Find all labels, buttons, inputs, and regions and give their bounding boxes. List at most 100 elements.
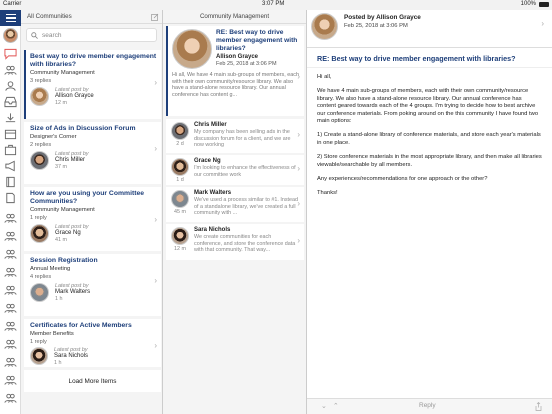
- threads-header: All Communities: [21, 10, 162, 24]
- avatar: [30, 224, 49, 243]
- status-bar: Carrier 3:07 PM 100%: [0, 0, 552, 10]
- people-icon[interactable]: [3, 211, 18, 224]
- thread-community: Member Benefits: [30, 331, 74, 337]
- reply-author: Sara Nichols: [194, 227, 231, 233]
- reply-item[interactable]: 45 m Mark Walters We've used a process s…: [166, 187, 304, 222]
- chevron-right-icon: ›: [297, 130, 300, 139]
- posted-by: Posted by Allison Grayce: [344, 14, 421, 21]
- calendar-icon[interactable]: [3, 127, 18, 140]
- chat-bubble-icon[interactable]: [3, 47, 18, 60]
- posts-header: Community Management: [163, 10, 306, 24]
- post-author: Allison Grayce: [216, 54, 259, 61]
- thread-title: Size of Ads in Discussion Forum: [30, 125, 136, 132]
- chevron-right-icon: ›: [297, 72, 300, 81]
- threads-header-title: All Communities: [27, 13, 72, 20]
- latest-time: 12 m: [55, 100, 67, 106]
- reply-item[interactable]: 12 m Sara Nichols We create communities …: [166, 224, 304, 260]
- briefcase-icon[interactable]: [3, 143, 18, 156]
- avatar: [171, 190, 189, 208]
- people-icon[interactable]: [3, 63, 18, 76]
- avatar[interactable]: [311, 13, 338, 40]
- share-icon[interactable]: [535, 402, 542, 411]
- people-icon[interactable]: [3, 265, 18, 278]
- chevron-right-icon: ›: [154, 341, 157, 350]
- chevron-right-icon: ›: [154, 276, 157, 285]
- reply-author: Mark Walters: [194, 190, 232, 196]
- avatar: [30, 87, 49, 106]
- post-paragraph: Hi all,: [317, 74, 332, 80]
- latest-time: 41 m: [55, 237, 67, 243]
- chevron-right-icon: ›: [154, 215, 157, 224]
- thread-title: Certificates for Active Members: [30, 322, 132, 329]
- search-input[interactable]: search: [42, 32, 62, 39]
- nav-rail: [0, 10, 21, 414]
- post-paragraph: Any experiences/recommendations for one …: [317, 176, 488, 183]
- thread-item[interactable]: Session Registration Annual Meeting 4 re…: [24, 254, 161, 316]
- avatar: [171, 122, 189, 140]
- people-icon[interactable]: [3, 373, 18, 386]
- avatar: [30, 347, 48, 365]
- chevron-up-icon[interactable]: ⌃: [333, 403, 345, 410]
- chevron-right-icon: ›: [297, 236, 300, 245]
- post-paragraph: 2) Store conference materials in the mos…: [317, 154, 542, 168]
- people-icon[interactable]: [3, 355, 18, 368]
- megaphone-icon[interactable]: [3, 159, 18, 172]
- thread-community: Community Management: [30, 207, 95, 213]
- chevron-right-icon: ›: [297, 164, 300, 173]
- people-icon[interactable]: [3, 391, 18, 404]
- latest-time: 37 m: [55, 164, 67, 170]
- latest-time: 1 h: [55, 296, 63, 302]
- book-icon[interactable]: [3, 175, 18, 188]
- chevron-right-icon: ›: [297, 199, 300, 208]
- posts-column: Community Management RE: Best way to dri…: [163, 10, 307, 414]
- post-paragraph: Thanks!: [317, 190, 338, 197]
- post-title: RE: Best way to drive member engagement …: [216, 29, 298, 52]
- latest-author: Chris Miller: [55, 157, 85, 163]
- battery-label: 100%: [520, 1, 536, 7]
- latest-author: Sara Nichols: [54, 353, 89, 359]
- post-detail-header: Posted by Allison Grayce Feb 25, 2018 at…: [307, 10, 552, 48]
- thread-community: Annual Meeting: [30, 266, 71, 272]
- people-icon[interactable]: [3, 319, 18, 332]
- thread-item[interactable]: Size of Ads in Discussion Forum Designer…: [24, 122, 161, 184]
- people-icon[interactable]: [3, 301, 18, 314]
- search-bar[interactable]: search: [26, 28, 157, 42]
- reply-author: Grace Ng: [194, 158, 221, 164]
- reply-time: 45 m: [174, 209, 186, 215]
- reply-time: 1 d: [176, 177, 184, 183]
- people-icon[interactable]: [3, 247, 18, 260]
- post-date: Feb 25, 2018 at 3:06 PM: [344, 23, 408, 29]
- reply-item[interactable]: 1 d Grace Ng I'm looking to enhance the …: [166, 155, 304, 185]
- people-icon[interactable]: [3, 337, 18, 350]
- chevron-right-icon[interactable]: ›: [541, 19, 544, 28]
- chevron-down-icon[interactable]: ⌄: [321, 403, 333, 410]
- menu-button[interactable]: [0, 10, 21, 26]
- post-paragraph: We have 4 main sub-groups of members, ea…: [317, 88, 539, 125]
- reply-item[interactable]: 2 d Chris Miller My company has been sel…: [166, 119, 304, 153]
- people-icon[interactable]: [3, 229, 18, 242]
- thread-item[interactable]: How are you using your Committee Communi…: [24, 187, 161, 251]
- user-avatar[interactable]: [3, 28, 18, 43]
- latest-time: 1 h: [54, 360, 62, 366]
- people-icon[interactable]: [3, 283, 18, 296]
- document-icon[interactable]: [3, 191, 18, 204]
- person-icon[interactable]: [3, 79, 18, 92]
- reply-time: 12 m: [174, 246, 186, 252]
- inbox-icon[interactable]: [3, 95, 18, 108]
- thread-item[interactable]: Certificates for Active Members Member B…: [24, 319, 161, 367]
- compose-icon[interactable]: [151, 13, 159, 21]
- posts-header-title: Community Management: [199, 13, 270, 20]
- avatar: [30, 151, 49, 170]
- selected-post[interactable]: RE: Best way to drive member engagement …: [166, 26, 304, 116]
- download-icon[interactable]: [3, 111, 18, 124]
- post-excerpt: Hi all, We have 4 main sub-groups of mem…: [172, 72, 299, 98]
- navigation-arrows: ⌄⌃: [321, 402, 345, 410]
- thread-replies: 4 replies: [30, 274, 52, 280]
- load-more-button[interactable]: Load More Items: [24, 370, 161, 392]
- reply-button[interactable]: Reply: [419, 402, 436, 409]
- thread-replies: 3 replies: [30, 78, 52, 84]
- thread-replies: 1 reply: [30, 339, 47, 345]
- thread-item[interactable]: Best way to drive member engagement with…: [24, 50, 161, 119]
- post-detail-title: RE: Best way to drive member engagement …: [307, 48, 552, 68]
- avatar: [171, 158, 189, 176]
